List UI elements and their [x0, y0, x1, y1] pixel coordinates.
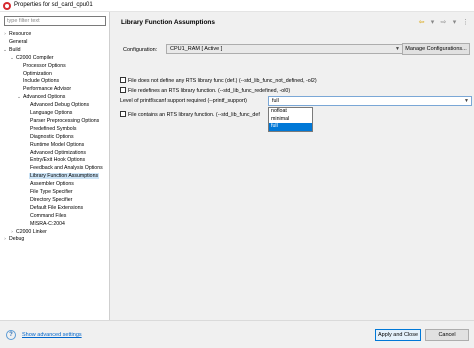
tree-item-label: General — [9, 38, 28, 45]
tree-item-label: Runtime Model Options — [30, 141, 85, 148]
tree-item-label: File Type Specifier — [30, 189, 73, 195]
configuration-value: CPU1_RAM [ Active ] — [170, 46, 223, 52]
tree-item[interactable]: Command Files — [0, 212, 110, 220]
tree-item[interactable]: ⌄ Advanced Options — [0, 93, 110, 101]
option-redefined[interactable]: File redefines an RTS library function. … — [120, 87, 290, 95]
option-defined[interactable]: File contains an RTS library function. (… — [120, 111, 260, 119]
option-not-defined-label: File does not define any RTS library fun… — [128, 78, 317, 84]
tree-item-label: Library Function Assumptions — [29, 173, 100, 180]
tree-item[interactable]: Runtime Model Options — [0, 141, 110, 149]
tree-item-label: Debug — [9, 236, 25, 243]
tree-item-label: C2000 Compiler — [16, 54, 54, 61]
option-redefined-checkbox[interactable] — [120, 87, 126, 93]
dropdown-option[interactable]: minimal — [269, 116, 312, 124]
dropdown-option[interactable]: full — [269, 123, 312, 131]
tree-item[interactable]: Parser Preprocessing Options — [0, 117, 110, 125]
tree-item-label: Advanced Options — [23, 94, 66, 101]
cancel-button[interactable]: Cancel — [425, 329, 469, 341]
window-title: Properties for sd_card_cpu01 — [14, 2, 93, 8]
tree-item[interactable]: Feedback and Analysis Options — [0, 164, 110, 172]
dropdown-option[interactable]: nofloat — [269, 108, 312, 116]
tree-item-label: Advanced Debug Options — [30, 102, 90, 109]
forward-arrow-icon[interactable]: ⇨ — [439, 18, 448, 27]
show-advanced-settings-link[interactable]: Show advanced settings — [22, 332, 82, 338]
title-bar: Properties for sd_card_cpu01 — [0, 0, 474, 12]
tree-item-label: Resource — [9, 31, 32, 37]
menu-icon[interactable]: ⋮ — [461, 18, 470, 27]
apply-and-close-button[interactable]: Apply and Close — [375, 329, 421, 341]
chevron-down-icon: ▼ — [464, 98, 469, 104]
nav-toolbar: ⇦ ▾ ⇨ ▾ ⋮ — [417, 17, 470, 27]
tree-item[interactable]: Predefined Symbols — [0, 125, 110, 133]
property-tree-pane: ›ResourceGeneral⌄Build⌄C2000 CompilerPro… — [0, 12, 110, 320]
tree-item-label: Assembler Options — [30, 181, 74, 188]
ccs-app-icon — [3, 2, 11, 10]
tree-item-label: Default File Extensions — [30, 204, 84, 211]
configuration-select[interactable]: CPU1_RAM [ Active ] ▼ — [166, 44, 403, 54]
tree-item[interactable]: ⌄ Build — [0, 46, 110, 54]
printf-support-label: Level of printf/scanf support required (… — [120, 98, 247, 104]
tree-item-label: Command Files — [30, 212, 67, 219]
tree-item-label: Processor Options — [23, 62, 66, 69]
tree-item[interactable]: File Type Specifier — [0, 188, 110, 196]
tree-item-label: Advanced Optimizations — [30, 149, 86, 156]
tree-item-label: MISRA-C:2004 — [30, 220, 65, 227]
printf-support-value: full — [272, 98, 279, 104]
tree-item[interactable]: › C2000 Linker — [0, 228, 110, 236]
tree-item-label: Feedback and Analysis Options — [30, 165, 103, 172]
tree-item[interactable]: MISRA-C:2004 — [0, 220, 110, 228]
tree-item[interactable]: › Resource — [0, 30, 110, 38]
help-icon[interactable]: ? — [6, 330, 16, 340]
tree-item-label: Parser Preprocessing Options — [30, 117, 100, 124]
tree-item-label: Language Options — [30, 110, 73, 116]
tree-item-label: Predefined Symbols — [30, 125, 77, 132]
tree-item[interactable]: Advanced Debug Options — [0, 101, 110, 109]
tree-item[interactable]: Directory Specifier — [0, 196, 110, 204]
tree-item[interactable]: Diagnostic Options — [0, 133, 110, 141]
option-not-defined-checkbox[interactable] — [120, 77, 126, 83]
option-defined-label: File contains an RTS library function. (… — [128, 112, 260, 118]
printf-support-select[interactable]: full ▼ — [268, 96, 472, 106]
tree-item-label: Build — [9, 46, 21, 53]
tree-item-label: Entry/Exit Hook Options — [30, 157, 86, 164]
tree-item[interactable]: Library Function Assumptions — [0, 172, 110, 180]
option-defined-checkbox[interactable] — [120, 111, 126, 117]
tree-item-label: Optimization — [23, 70, 52, 77]
tree-item[interactable]: General — [0, 38, 110, 46]
tree-item-label: C2000 Linker — [16, 228, 47, 235]
tree-item[interactable]: Optimization — [0, 70, 110, 78]
tree-item[interactable]: Processor Options — [0, 62, 110, 70]
tree-item-label: Diagnostic Options — [30, 133, 74, 140]
tree-item[interactable]: Performance Advisor — [0, 85, 110, 93]
tree-item[interactable]: ⌄ C2000 Compiler — [0, 54, 110, 62]
page-title: Library Function Assumptions — [121, 19, 216, 26]
filter-input[interactable] — [4, 16, 106, 26]
dialog-footer: ? Show advanced settings Apply and Close… — [0, 320, 474, 348]
tree-item[interactable]: Default File Extensions — [0, 204, 110, 212]
tree-item-label: Performance Advisor — [23, 86, 72, 93]
tree-item-label: Include Options — [23, 78, 60, 85]
tree-item[interactable]: Language Options — [0, 109, 110, 117]
back-arrow-icon[interactable]: ⇦ — [417, 18, 426, 27]
forward-history-dropdown-icon[interactable]: ▾ — [450, 18, 459, 27]
option-redefined-label: File redefines an RTS library function. … — [128, 88, 291, 94]
tree-item[interactable]: Include Options — [0, 77, 110, 85]
tree-item[interactable]: Assembler Options — [0, 180, 110, 188]
back-history-dropdown-icon[interactable]: ▾ — [428, 18, 437, 27]
tree-item-label: Directory Specifier — [30, 196, 73, 203]
manage-configurations-button[interactable]: Manage Configurations... — [402, 43, 470, 55]
configuration-label: Configuration: — [123, 47, 158, 53]
tree-item[interactable]: › Debug — [0, 235, 110, 243]
tree-item[interactable]: Advanced Optimizations — [0, 149, 110, 157]
option-not-defined[interactable]: File does not define any RTS library fun… — [120, 77, 317, 85]
tree-item[interactable]: Entry/Exit Hook Options — [0, 156, 110, 164]
property-page: Library Function Assumptions ⇦ ▾ ⇨ ▾ ⋮ C… — [111, 12, 474, 320]
printf-support-dropdown-list: nofloat minimal full — [268, 107, 313, 132]
chevron-down-icon: ▼ — [395, 46, 400, 52]
